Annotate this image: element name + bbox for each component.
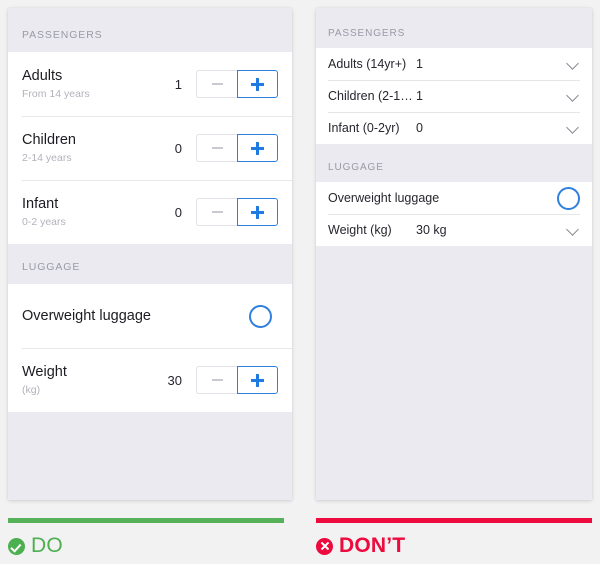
do-passengers-group: Adults From 14 years 1 Children 2-14 yea…: [8, 52, 292, 244]
comparison-figure: PASSENGERS Adults From 14 years 1 Childr…: [0, 0, 600, 564]
row-children-decrement-button[interactable]: [196, 134, 237, 162]
dont-row-overweight-label: Overweight luggage: [328, 191, 440, 205]
dont-row-infant-value: 0: [416, 121, 423, 135]
minus-icon: [211, 379, 223, 381]
row-weight-subtitle: (kg): [22, 383, 41, 396]
chevron-down-icon[interactable]: [566, 57, 580, 71]
do-panel: PASSENGERS Adults From 14 years 1 Childr…: [8, 8, 292, 500]
dont-row-overweight-luggage[interactable]: Overweight luggage: [316, 182, 592, 214]
do-rule: [8, 518, 284, 523]
dont-row-adults[interactable]: Adults (14yr+) 1: [316, 48, 592, 80]
dont-row-weight[interactable]: Weight (kg) 30 kg: [316, 214, 592, 246]
do-footer: DO: [0, 506, 300, 564]
do-column: PASSENGERS Adults From 14 years 1 Childr…: [0, 0, 300, 564]
minus-icon: [211, 147, 223, 149]
dont-passengers-group: Adults (14yr+) 1 Children (2-1… 1 Infant…: [316, 48, 592, 144]
row-adults-labels: Adults From 14 years: [22, 68, 154, 100]
row-overweight-luggage[interactable]: Overweight luggage: [8, 284, 292, 348]
row-weight-increment-button[interactable]: [237, 366, 278, 394]
do-section-header-luggage: LUGGAGE: [8, 244, 292, 284]
dont-verdict: DON’T: [316, 534, 405, 558]
plus-icon: [251, 141, 264, 155]
row-adults-increment-button[interactable]: [237, 70, 278, 98]
plus-icon: [251, 77, 264, 91]
dont-row-weight-value: 30 kg: [416, 223, 447, 237]
dont-footer: DON’T: [300, 506, 600, 564]
row-adults[interactable]: Adults From 14 years 1: [8, 52, 292, 116]
plus-icon: [251, 205, 264, 219]
row-infant-decrement-button[interactable]: [196, 198, 237, 226]
dont-row-children[interactable]: Children (2-1… 1: [316, 80, 592, 112]
x-circle-icon: [316, 537, 333, 555]
row-children-value: 0: [174, 140, 182, 156]
dont-row-adults-label: Adults (14yr+): [328, 57, 407, 71]
dont-row-adults-value: 1: [416, 57, 423, 71]
row-children-title: Children: [22, 132, 76, 149]
minus-icon: [211, 211, 223, 213]
do-verdict: DO: [8, 534, 63, 558]
dont-row-infant[interactable]: Infant (0-2yr) 0: [316, 112, 592, 144]
dont-label: DON’T: [339, 534, 406, 557]
row-children-subtitle: 2-14 years: [22, 151, 72, 164]
dont-row-children-value: 1: [416, 89, 423, 103]
row-weight-labels: Weight (kg): [22, 364, 154, 396]
plus-icon: [251, 373, 264, 387]
row-infant-value: 0: [174, 204, 182, 220]
row-adults-title: Adults: [22, 68, 63, 85]
row-adults-stepper[interactable]: [196, 70, 278, 98]
row-infant-title: Infant: [22, 196, 59, 213]
row-weight-title: Weight: [22, 364, 67, 381]
check-circle-icon: [8, 537, 25, 555]
row-infant-subtitle: 0-2 years: [22, 215, 66, 228]
dont-row-infant-label: Infant (0-2yr): [328, 121, 400, 135]
row-weight-decrement-button[interactable]: [196, 366, 237, 394]
chevron-down-icon[interactable]: [566, 121, 580, 135]
row-infant[interactable]: Infant 0-2 years 0: [8, 180, 292, 244]
dont-row-weight-label: Weight (kg): [328, 223, 392, 237]
row-adults-subtitle: From 14 years: [22, 87, 90, 100]
chevron-down-icon[interactable]: [566, 89, 580, 103]
row-overweight-title: Overweight luggage: [22, 307, 151, 324]
circle-toggle-icon[interactable]: [249, 304, 272, 328]
dont-rule: [316, 518, 592, 523]
do-label: DO: [31, 534, 63, 557]
row-adults-decrement-button[interactable]: [196, 70, 237, 98]
chevron-down-icon[interactable]: [566, 223, 580, 237]
row-infant-labels: Infant 0-2 years: [22, 196, 154, 228]
row-children[interactable]: Children 2-14 years 0: [8, 116, 292, 180]
row-weight-value: 30: [167, 372, 182, 388]
dont-column: PASSENGERS Adults (14yr+) 1 Children (2-…: [300, 0, 600, 564]
row-overweight-labels: Overweight luggage: [22, 308, 249, 325]
row-children-labels: Children 2-14 years: [22, 132, 154, 164]
dont-section-header-luggage: LUGGAGE: [316, 144, 592, 182]
row-children-stepper[interactable]: [196, 134, 278, 162]
row-adults-value: 1: [174, 76, 182, 92]
minus-icon: [211, 83, 223, 85]
dont-panel: PASSENGERS Adults (14yr+) 1 Children (2-…: [316, 8, 592, 500]
dont-section-header-passengers: PASSENGERS: [316, 8, 592, 48]
row-weight[interactable]: Weight (kg) 30: [8, 348, 292, 412]
dont-row-children-label: Children (2-1…: [328, 89, 413, 103]
row-children-increment-button[interactable]: [237, 134, 278, 162]
dont-luggage-group: Overweight luggage Weight (kg) 30 kg: [316, 182, 592, 246]
do-luggage-group: Overweight luggage Weight (kg) 30: [8, 284, 292, 412]
row-infant-increment-button[interactable]: [237, 198, 278, 226]
circle-toggle-icon[interactable]: [557, 186, 580, 210]
do-section-header-passengers: PASSENGERS: [8, 8, 292, 52]
row-infant-stepper[interactable]: [196, 198, 278, 226]
row-weight-stepper[interactable]: [196, 366, 278, 394]
